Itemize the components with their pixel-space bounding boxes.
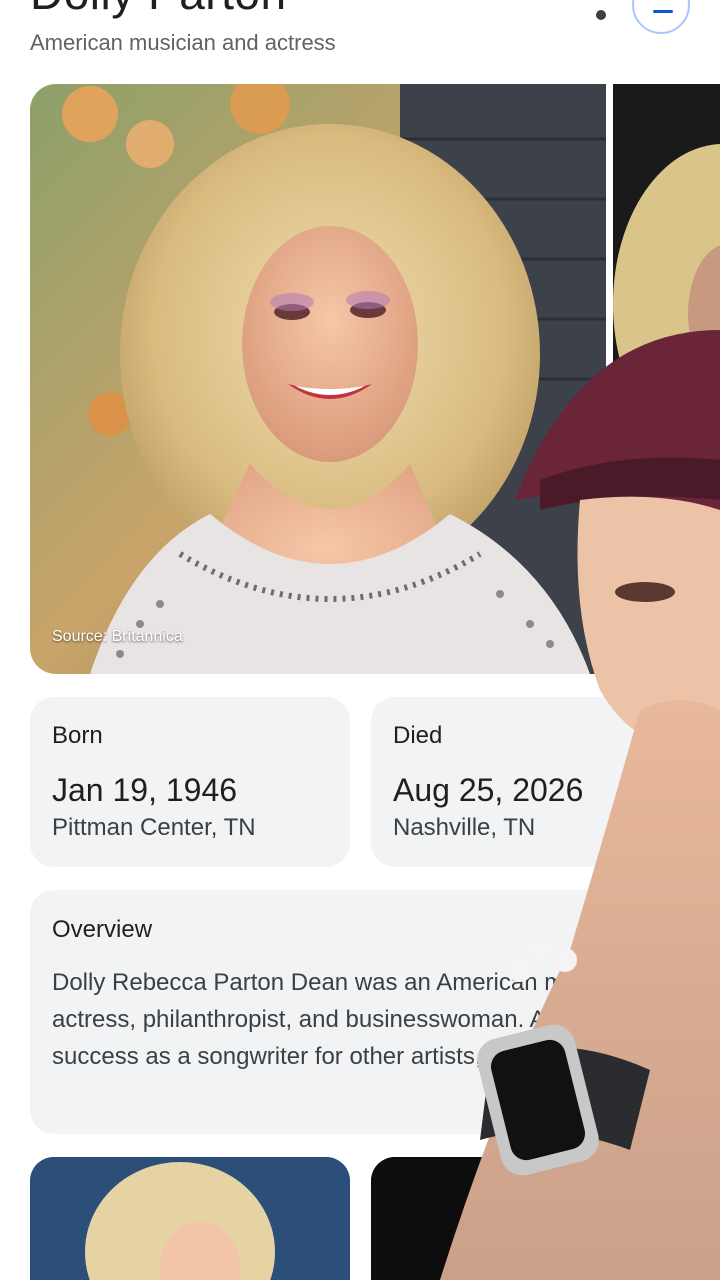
thumbnail-image: [30, 1157, 350, 1280]
died-card[interactable]: Died Aug 25, 2026 Nashville, TN: [371, 697, 701, 867]
born-card[interactable]: Born Jan 19, 1946 Pittman Center, TN: [30, 697, 350, 867]
thumbnail-image: [371, 1157, 691, 1280]
overview-title: Overview: [52, 916, 153, 943]
photo-thumbnail[interactable]: [30, 1157, 350, 1280]
video-thumbnail[interactable]: [371, 1157, 691, 1280]
page-subtitle: American musician and actress: [30, 30, 336, 55]
page-title: Dolly Parton: [30, 0, 287, 20]
secondary-image: [613, 84, 720, 674]
secondary-photo[interactable]: [613, 84, 720, 674]
main-photo[interactable]: Source: Britannica: [30, 84, 606, 674]
overview-text: Dolly Rebecca Parton Dean was an America…: [52, 969, 689, 1070]
born-date: Jan 19, 1946: [52, 772, 238, 808]
born-place: Pittman Center, TN: [52, 814, 256, 841]
share-icon[interactable]: [596, 10, 606, 20]
menu-icon[interactable]: [632, 0, 690, 34]
died-date: Aug 25, 2026: [393, 772, 584, 808]
wikipedia-link[interactable]: Wikipedia: [566, 1080, 670, 1108]
header-actions: [596, 0, 690, 34]
died-label: Died: [393, 722, 443, 749]
image-source-label[interactable]: Source: Britannica: [52, 628, 183, 646]
overview-card[interactable]: Overview Dolly Rebecca Parton Dean was a…: [30, 890, 710, 1134]
portrait-image: [30, 84, 606, 674]
born-label: Born: [52, 722, 103, 749]
died-place: Nashville, TN: [393, 814, 536, 841]
